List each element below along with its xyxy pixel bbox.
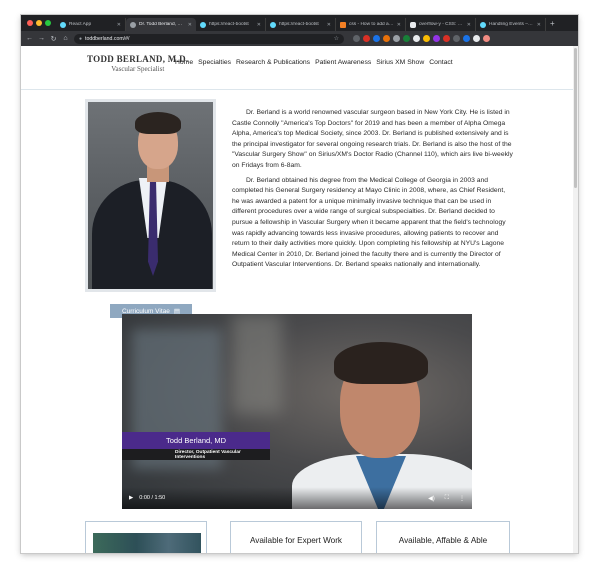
lock-icon: ● bbox=[79, 35, 83, 42]
react-icon bbox=[270, 21, 276, 28]
more-options-icon[interactable]: ⋮ bbox=[459, 495, 465, 502]
web-page: TODD BERLAND, M.D. Vascular Specialist H… bbox=[21, 46, 578, 553]
url-text: toddberland.com/#/ bbox=[85, 35, 130, 42]
close-tab-icon[interactable]: ✕ bbox=[188, 22, 192, 28]
tab-todd-berland[interactable]: Dr. Todd Berland, M.D. ✕ bbox=[126, 18, 196, 31]
brand-name: TODD BERLAND, M.D. bbox=[87, 54, 189, 64]
profile-avatar[interactable] bbox=[483, 35, 490, 42]
react-icon bbox=[60, 21, 66, 28]
extension-icon[interactable] bbox=[393, 35, 400, 42]
extensions-area bbox=[353, 35, 490, 42]
close-tab-icon[interactable]: ✕ bbox=[467, 22, 471, 28]
extension-icon[interactable] bbox=[443, 35, 450, 42]
react-icon bbox=[200, 21, 206, 28]
doctor-portrait bbox=[85, 99, 216, 292]
video-controls: ▶ 0:00 / 1:50 ◀) ⛶ ⋮ bbox=[122, 487, 472, 509]
card-image[interactable] bbox=[85, 521, 207, 553]
fullscreen-icon[interactable]: ⛶ bbox=[445, 495, 449, 502]
tab-overflow-css[interactable]: overflow-y - CSS: Cas ✕ bbox=[406, 18, 476, 31]
new-tab-button[interactable]: + bbox=[546, 19, 555, 28]
bio-paragraph-1: Dr. Berland is a world renowned vascular… bbox=[232, 109, 513, 169]
nav-sirius-xm[interactable]: Sirius XM Show bbox=[376, 59, 424, 66]
tab-handling-events[interactable]: Handling Events – Re ✕ bbox=[476, 18, 546, 31]
close-tab-icon[interactable]: ✕ bbox=[537, 22, 541, 28]
extension-icon[interactable] bbox=[423, 35, 430, 42]
main-nav: Home Specialties Research & Publications… bbox=[175, 59, 453, 66]
extension-icon[interactable] bbox=[383, 35, 390, 42]
card-title: Available, Affable & Able bbox=[398, 536, 488, 545]
lower-third-title: Director, Outpatient Vascular Interventi… bbox=[122, 449, 270, 460]
bio-text: Dr. Berland is a world renowned vascular… bbox=[232, 108, 514, 275]
video-player[interactable]: Todd Berland, MD Director, Outpatient Va… bbox=[122, 314, 472, 509]
tab-react-app[interactable]: React App ✕ bbox=[56, 18, 126, 31]
react-icon bbox=[480, 21, 486, 28]
nav-home[interactable]: Home bbox=[175, 59, 193, 66]
bio-paragraph-2: Dr. Berland obtained his degree from the… bbox=[232, 176, 506, 269]
back-icon[interactable]: ← bbox=[26, 35, 33, 42]
nav-patient-awareness[interactable]: Patient Awareness bbox=[315, 59, 371, 66]
page-scrollbar[interactable] bbox=[573, 46, 578, 553]
site-brand[interactable]: TODD BERLAND, M.D. Vascular Specialist bbox=[87, 54, 189, 73]
extension-icon[interactable] bbox=[473, 35, 480, 42]
brand-subtitle: Vascular Specialist bbox=[111, 65, 165, 73]
forward-icon[interactable]: → bbox=[38, 35, 45, 42]
close-tab-icon[interactable]: ✕ bbox=[257, 22, 261, 28]
chrome-icon bbox=[130, 21, 136, 28]
home-icon[interactable]: ⌂ bbox=[62, 35, 69, 42]
github-icon bbox=[410, 21, 416, 28]
nav-contact[interactable]: Contact bbox=[429, 59, 452, 66]
tab-stackoverflow[interactable]: css - How to add a sh ✕ bbox=[336, 18, 406, 31]
reload-icon[interactable]: ↻ bbox=[50, 35, 57, 43]
site-header: TODD BERLAND, M.D. Vascular Specialist H… bbox=[21, 46, 573, 90]
extension-icon[interactable] bbox=[403, 35, 410, 42]
scrollbar-thumb[interactable] bbox=[574, 48, 577, 188]
extension-icon[interactable] bbox=[353, 35, 360, 42]
tab-react-bootstrap-2[interactable]: https://react-bootst ✕ bbox=[266, 18, 336, 31]
lower-third-name: Todd Berland, MD bbox=[122, 432, 270, 449]
close-tab-icon[interactable]: ✕ bbox=[397, 22, 401, 28]
card-available[interactable]: Available, Affable & Able bbox=[376, 521, 510, 553]
window-controls bbox=[21, 20, 56, 26]
extension-icon[interactable] bbox=[363, 35, 370, 42]
bookmark-star-icon[interactable]: ☆ bbox=[334, 35, 339, 42]
extension-icon[interactable] bbox=[413, 35, 420, 42]
video-lower-third: Todd Berland, MD Director, Outpatient Va… bbox=[122, 432, 270, 460]
close-tab-icon[interactable]: ✕ bbox=[117, 22, 121, 28]
nav-specialties[interactable]: Specialties bbox=[198, 59, 231, 66]
card-title: Available for Expert Work bbox=[249, 536, 343, 545]
extension-icon[interactable] bbox=[373, 35, 380, 42]
volume-icon[interactable]: ◀) bbox=[428, 495, 435, 502]
nav-research[interactable]: Research & Publications bbox=[236, 59, 310, 66]
browser-window: React App ✕ Dr. Todd Berland, M.D. ✕ https… bbox=[21, 15, 578, 553]
extension-icon[interactable] bbox=[463, 35, 470, 42]
minimize-window-button[interactable] bbox=[36, 20, 42, 26]
play-icon[interactable]: ▶ bbox=[129, 495, 133, 501]
close-window-button[interactable] bbox=[27, 20, 33, 26]
address-bar: ← → ↻ ⌂ ● toddberland.com/#/ ☆ bbox=[21, 31, 578, 46]
close-tab-icon[interactable]: ✕ bbox=[327, 22, 331, 28]
card-image-thumbnail bbox=[93, 533, 201, 553]
maximize-window-button[interactable] bbox=[45, 20, 51, 26]
tab-bar: React App ✕ Dr. Todd Berland, M.D. ✕ https… bbox=[21, 15, 578, 31]
extension-icon[interactable] bbox=[453, 35, 460, 42]
card-expert-work[interactable]: Available for Expert Work bbox=[230, 521, 362, 553]
tab-react-bootstrap-1[interactable]: https://react-bootst ✕ bbox=[196, 18, 266, 31]
extension-icon[interactable] bbox=[433, 35, 440, 42]
video-time: 0:00 / 1:50 bbox=[139, 495, 166, 501]
url-field[interactable]: ● toddberland.com/#/ ☆ bbox=[74, 33, 344, 44]
stackoverflow-icon bbox=[340, 21, 346, 28]
